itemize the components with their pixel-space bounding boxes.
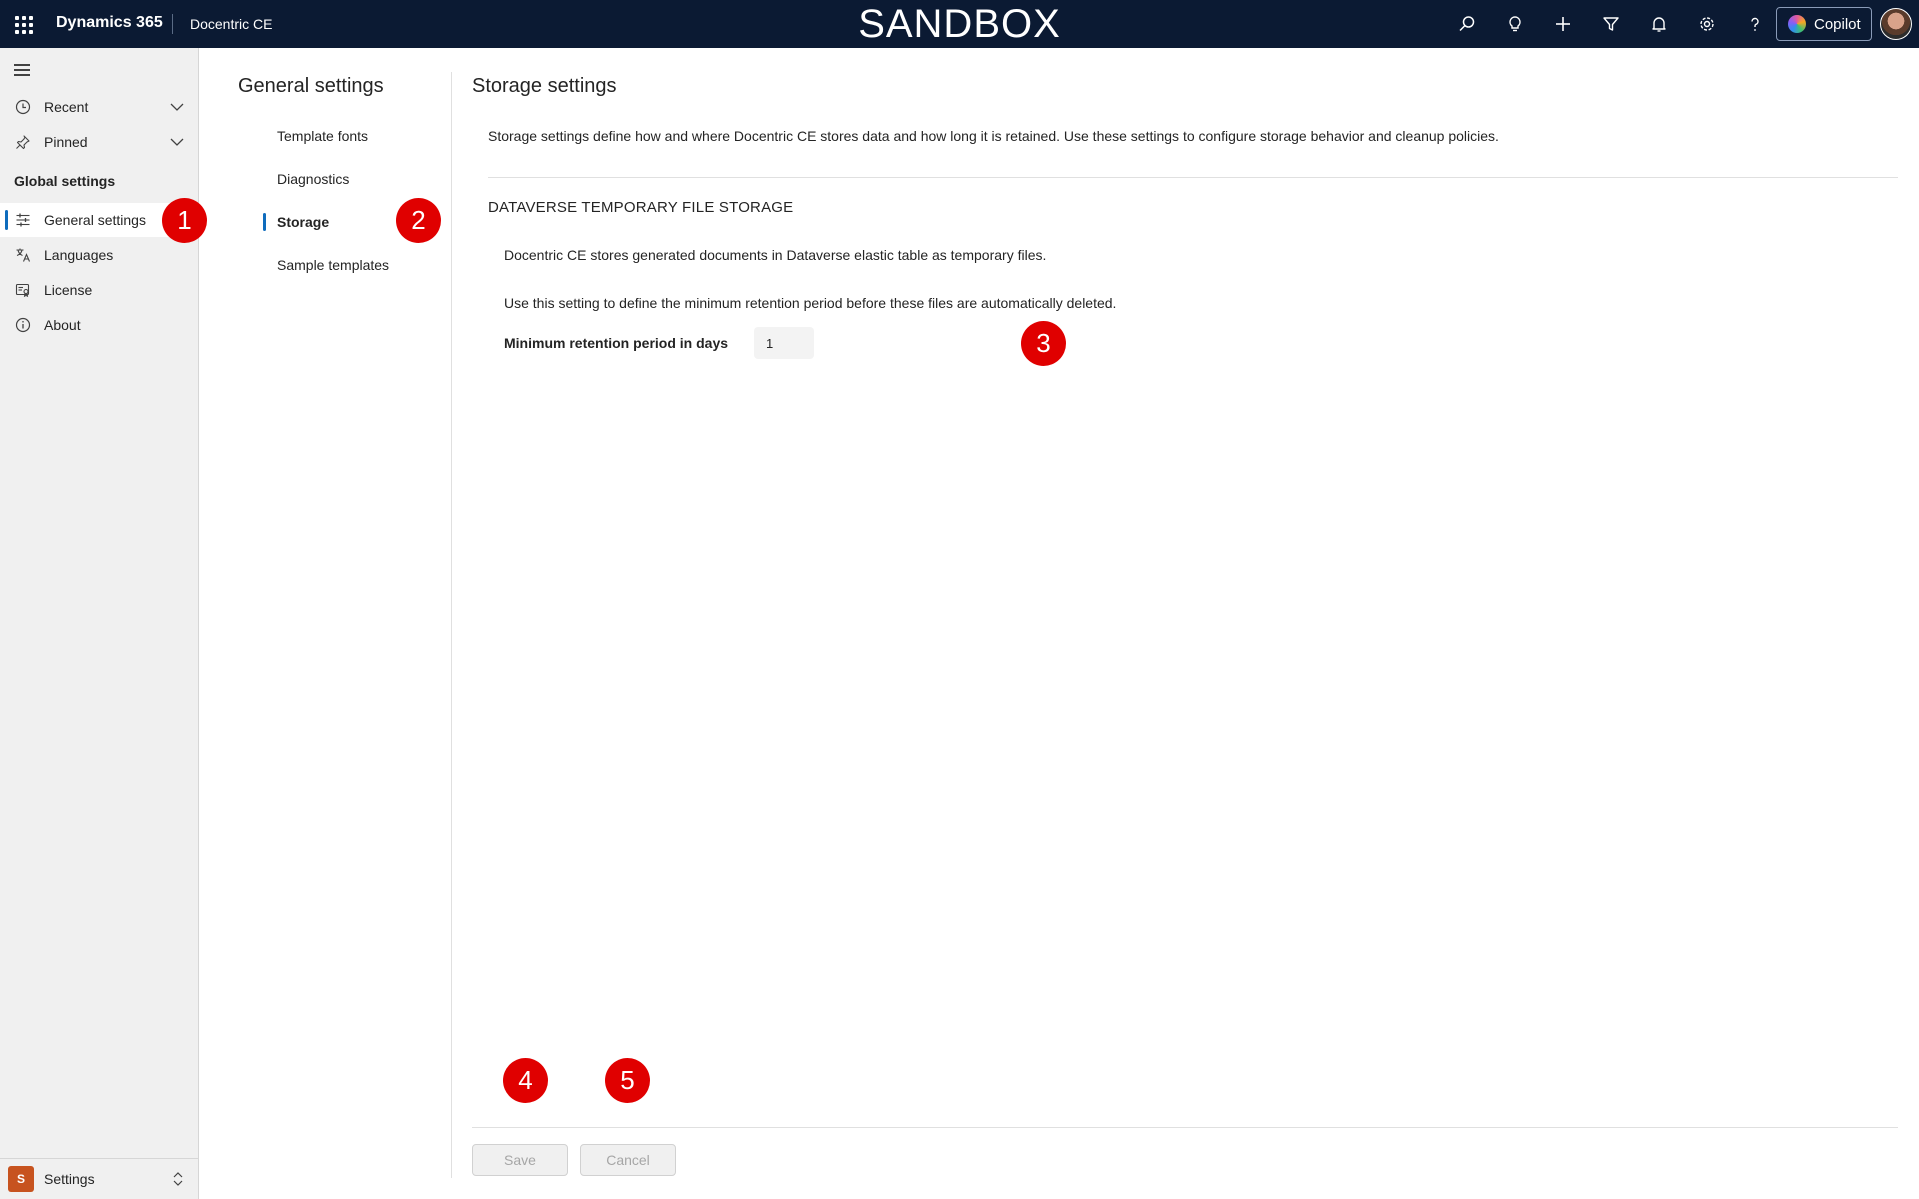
clock-icon (13, 99, 33, 115)
callout-marker-4: 4 (503, 1058, 548, 1103)
sidebar-item-label: Languages (44, 247, 114, 263)
subnav-divider (451, 72, 452, 1178)
nav-pinned-label: Pinned (44, 134, 88, 150)
translate-icon (13, 247, 33, 263)
brand-title[interactable]: Dynamics 365 (56, 14, 163, 32)
license-icon (13, 282, 33, 298)
gear-icon[interactable] (1693, 10, 1721, 38)
info-icon (13, 317, 33, 333)
avatar[interactable] (1880, 8, 1912, 40)
nav-recent[interactable]: Recent (0, 90, 199, 124)
copilot-logo-icon (1788, 15, 1806, 33)
subnav-item-storage[interactable]: Storage (277, 214, 329, 230)
section-divider (488, 177, 1898, 178)
subnav-active-indicator (263, 213, 266, 231)
subnav-item-sample-templates[interactable]: Sample templates (277, 257, 389, 273)
footer-divider (472, 1127, 1898, 1128)
filter-icon[interactable] (1597, 10, 1625, 38)
section-title: DATAVERSE TEMPORARY FILE STORAGE (488, 199, 794, 216)
lightbulb-icon[interactable] (1501, 10, 1529, 38)
area-switcher[interactable]: S Settings (0, 1158, 199, 1199)
subnav-item-template-fonts[interactable]: Template fonts (277, 128, 368, 144)
callout-marker-2: 2 (396, 198, 441, 243)
save-button[interactable]: Save (472, 1144, 568, 1176)
retention-period-label: Minimum retention period in days (504, 335, 729, 351)
sidebar-item-label: License (44, 282, 93, 298)
header-divider (172, 14, 173, 34)
chevron-up-down-icon (171, 1171, 185, 1190)
cancel-button[interactable]: Cancel (580, 1144, 676, 1176)
area-label: Settings (44, 1171, 95, 1187)
nav-recent-label: Recent (44, 99, 89, 115)
section-paragraph-2: Use this setting to define the minimum r… (504, 295, 1117, 311)
subnav-item-diagnostics[interactable]: Diagnostics (277, 171, 349, 187)
chevron-down-icon[interactable] (169, 99, 185, 118)
callout-marker-3: 3 (1021, 321, 1066, 366)
top-bar: Dynamics 365 Docentric CE SANDBOX Copilo… (0, 0, 1919, 48)
callout-marker-1: 1 (162, 198, 207, 243)
subnav-title: General settings (238, 75, 384, 97)
callout-marker-5: 5 (605, 1058, 650, 1103)
global-settings-heading: Global settings (14, 173, 116, 189)
retention-period-input[interactable] (754, 327, 814, 359)
page-description: Storage settings define how and where Do… (488, 128, 1499, 144)
page-title: Storage settings (472, 75, 617, 97)
app-launcher-icon[interactable] (12, 12, 36, 36)
copilot-button[interactable]: Copilot (1776, 7, 1872, 41)
bell-icon[interactable] (1645, 10, 1673, 38)
sidebar-item-about[interactable]: About (0, 308, 199, 342)
pin-icon (13, 134, 33, 150)
chevron-down-icon[interactable] (169, 134, 185, 153)
copilot-label: Copilot (1814, 15, 1861, 33)
header-actions (1453, 10, 1769, 38)
sidebar-item-license[interactable]: License (0, 273, 199, 307)
sliders-icon (13, 212, 33, 228)
sidebar-item-languages[interactable]: Languages (0, 238, 199, 272)
sidebar-item-label: About (44, 317, 81, 333)
hamburger-menu-icon[interactable] (14, 64, 30, 76)
area-badge: S (8, 1166, 34, 1192)
app-name[interactable]: Docentric CE (190, 16, 272, 32)
help-icon[interactable] (1741, 10, 1769, 38)
plus-icon[interactable] (1549, 10, 1577, 38)
search-icon[interactable] (1453, 10, 1481, 38)
section-paragraph-1: Docentric CE stores generated documents … (504, 247, 1047, 263)
sidebar-item-label: General settings (44, 212, 146, 228)
nav-pinned[interactable]: Pinned (0, 125, 199, 159)
